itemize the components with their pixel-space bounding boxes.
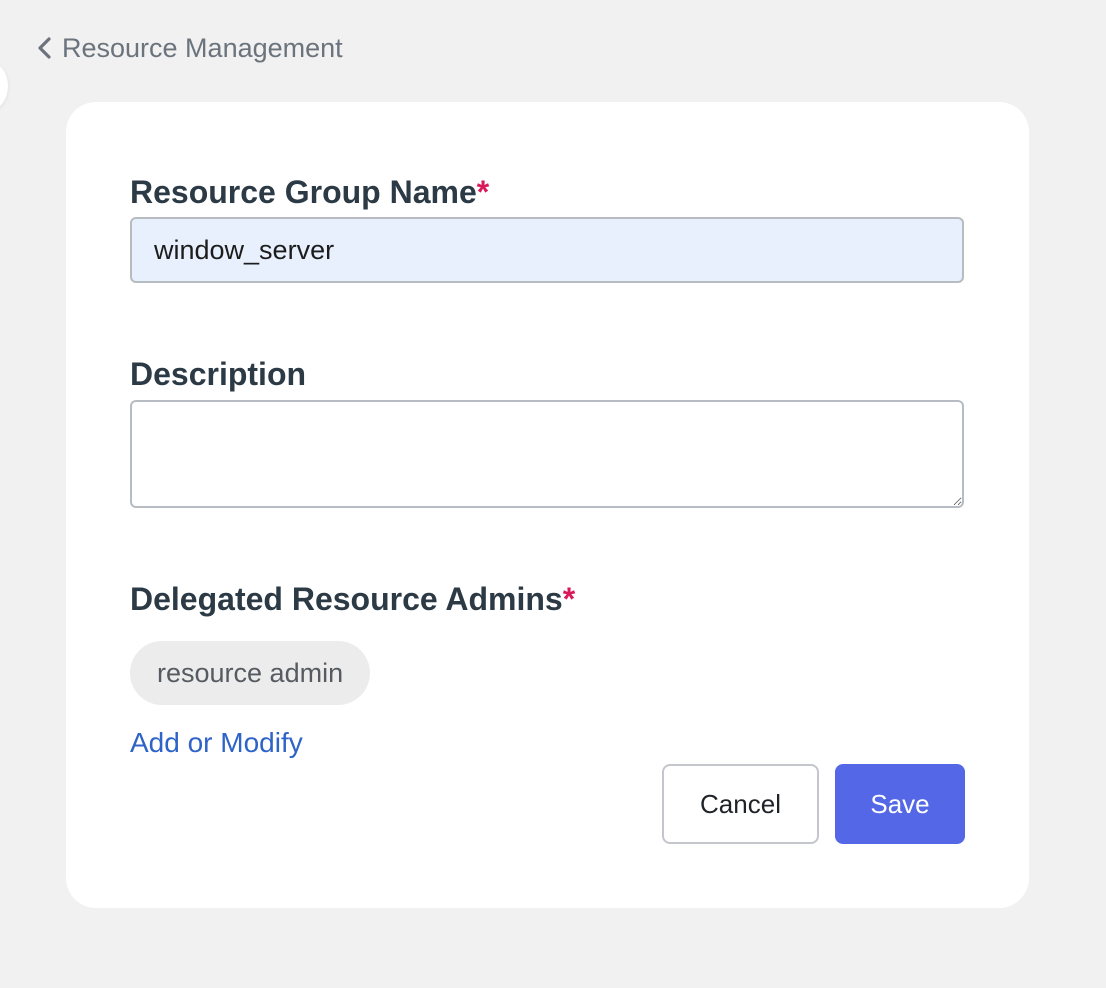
admin-chip: resource admin (130, 641, 371, 705)
required-indicator: * (562, 581, 576, 617)
chevron-left-icon (38, 37, 51, 59)
required-indicator: * (476, 174, 490, 210)
save-button[interactable]: Save (835, 764, 965, 844)
cancel-button[interactable]: Cancel (662, 764, 819, 844)
resource-group-name-input[interactable] (130, 217, 964, 283)
delegated-admins-label: Delegated Resource Admins* (130, 581, 576, 617)
add-or-modify-link[interactable]: Add or Modify (130, 723, 303, 763)
back-link-label: Resource Management (62, 32, 343, 63)
description-label: Description (130, 356, 307, 392)
sidebar-toggle-button[interactable] (0, 62, 8, 110)
description-textarea[interactable] (130, 400, 964, 508)
resource-group-form-card: Resource Group Name* Description Delegat… (66, 102, 1029, 908)
resource-group-name-label: Resource Group Name* (130, 174, 490, 210)
back-link[interactable]: Resource Management (36, 30, 343, 66)
